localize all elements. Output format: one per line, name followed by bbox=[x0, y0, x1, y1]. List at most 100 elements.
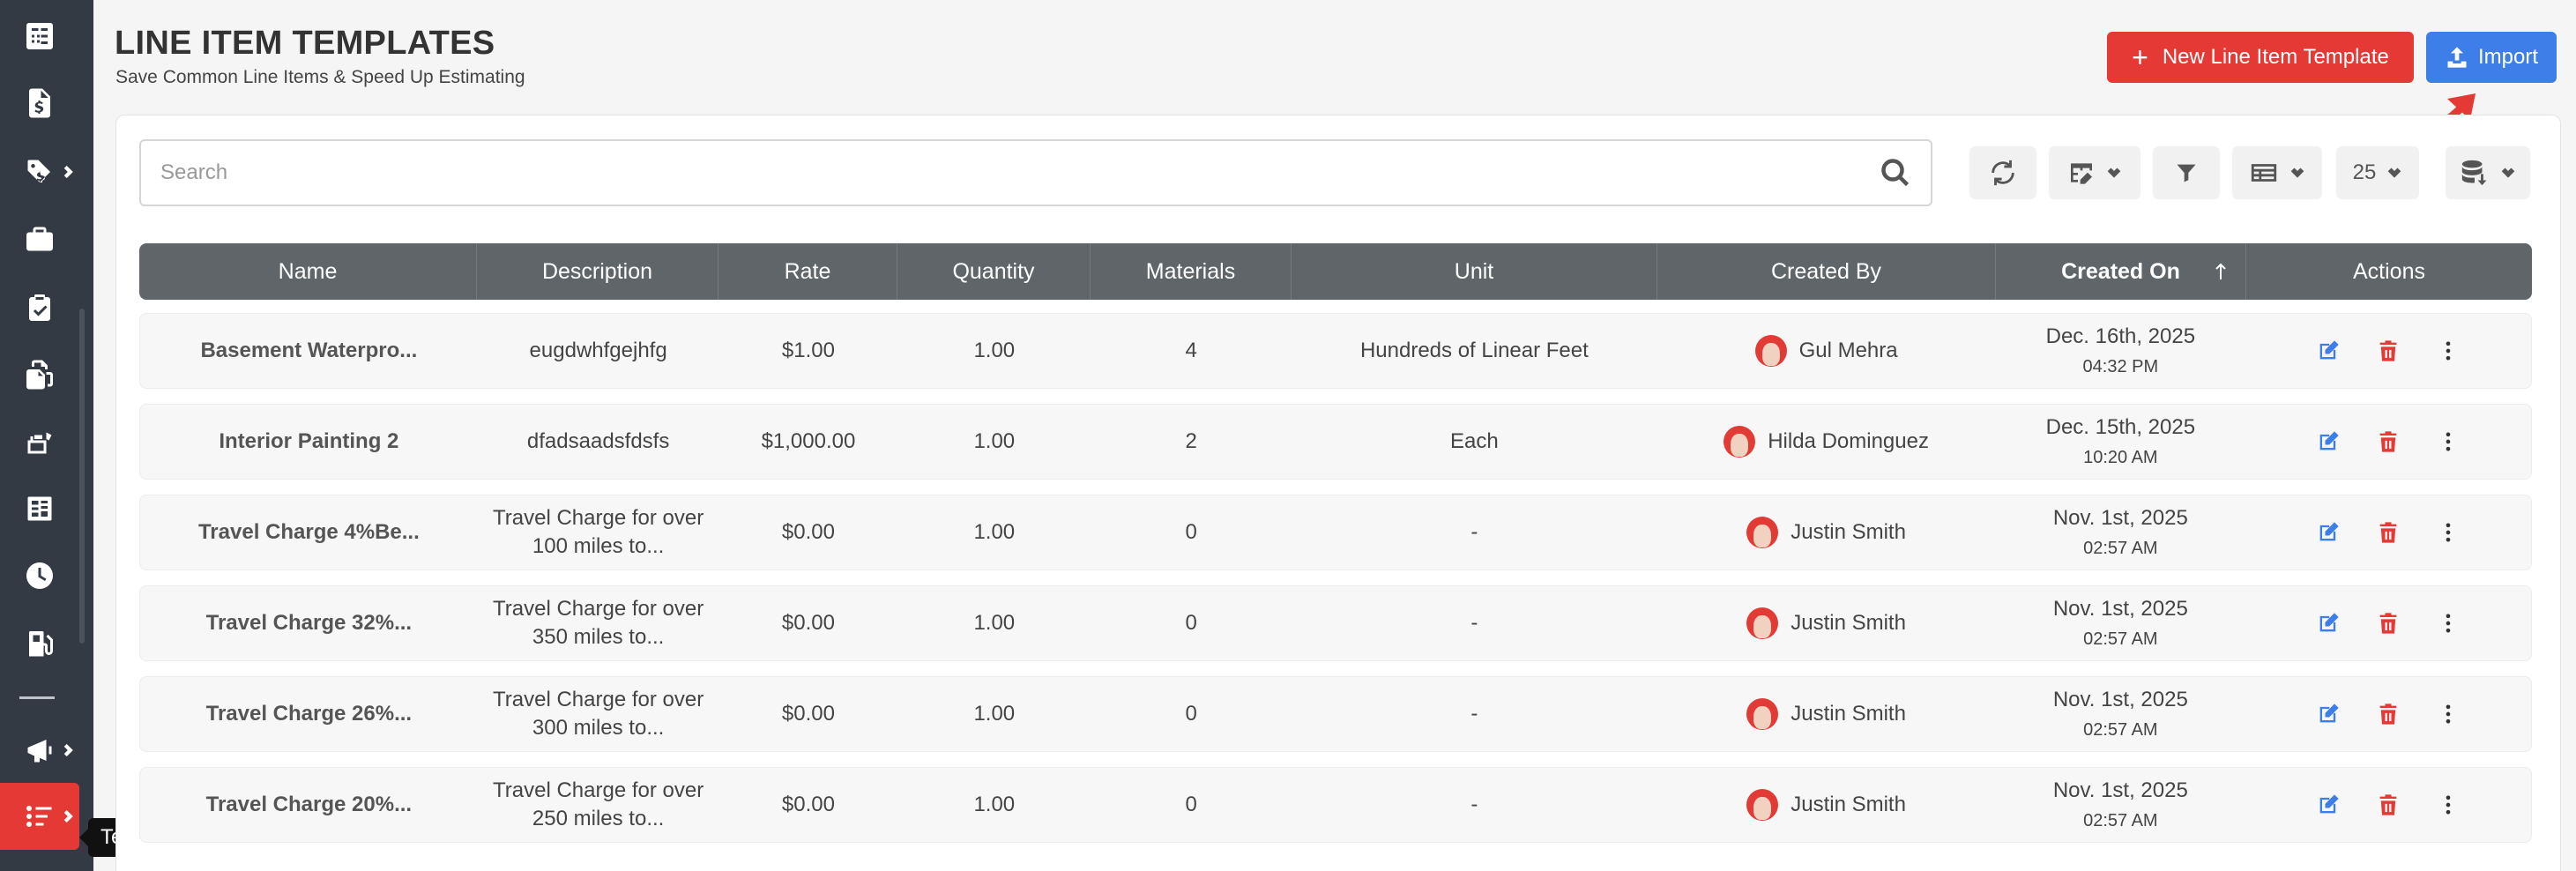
cell-description: eugdwhfgejhfg bbox=[478, 314, 719, 388]
edit-icon[interactable] bbox=[2316, 429, 2341, 454]
more-options-icon[interactable] bbox=[2436, 702, 2461, 726]
name-text: Interior Painting 2 bbox=[219, 428, 399, 453]
tools-icon bbox=[27, 432, 52, 454]
column-header-materials[interactable]: Materials bbox=[1091, 243, 1292, 300]
cell-created-by: Gul Mehra bbox=[1657, 314, 1996, 388]
sidebar-item-products[interactable] bbox=[0, 139, 79, 205]
column-header-rate[interactable]: Rate bbox=[718, 243, 897, 300]
materials-text: 0 bbox=[1185, 792, 1197, 816]
description-text: Travel Charge for over 300 miles to... bbox=[493, 687, 704, 740]
clock-icon bbox=[26, 562, 53, 589]
sidebar-item-templates[interactable] bbox=[0, 783, 79, 850]
name-text: Travel Charge 26%... bbox=[205, 701, 413, 726]
more-options-icon[interactable] bbox=[2436, 793, 2461, 817]
created-date-text: Dec. 15th, 2025 bbox=[2045, 415, 2196, 440]
page-size-value: 25 bbox=[2352, 160, 2377, 184]
avatar bbox=[1746, 698, 1779, 730]
name-text: Travel Charge 20%... bbox=[205, 792, 413, 816]
cell-description: Travel Charge for over 250 miles to... bbox=[478, 768, 719, 842]
created-by-text: Justin Smith bbox=[1791, 519, 1906, 544]
delete-icon[interactable] bbox=[2376, 611, 2401, 636]
column-header-created-on[interactable]: Created On bbox=[1996, 243, 2246, 300]
edit-icon[interactable] bbox=[2316, 793, 2341, 817]
description-text: dfadsaadsfdsfs bbox=[526, 428, 670, 453]
cell-unit: - bbox=[1292, 586, 1657, 660]
sidebar-scrollbar[interactable] bbox=[79, 309, 85, 644]
new-line-item-template-button[interactable]: + New Line Item Template bbox=[2107, 32, 2414, 83]
filter-button[interactable] bbox=[2153, 146, 2220, 199]
page-size-select[interactable]: 25 bbox=[2336, 146, 2419, 199]
data-export-button[interactable] bbox=[2446, 146, 2530, 199]
cell-materials: 0 bbox=[1091, 768, 1292, 842]
briefcase-icon bbox=[26, 227, 53, 251]
table-row[interactable]: Travel Charge 32%... Travel Charge for ov… bbox=[139, 585, 2532, 661]
cell-quantity: 1.00 bbox=[897, 495, 1091, 570]
chevron-right-icon bbox=[62, 165, 74, 179]
column-header-name[interactable]: Name bbox=[139, 243, 477, 300]
cell-name[interactable]: Travel Charge 26%... bbox=[140, 677, 478, 751]
column-header-quantity[interactable]: Quantity bbox=[897, 243, 1091, 300]
rate-text: $1,000.00 bbox=[761, 428, 856, 453]
name-text: Travel Charge 4%Be... bbox=[197, 519, 420, 544]
sidebar-item-reports[interactable] bbox=[0, 476, 79, 541]
edit-icon[interactable] bbox=[2316, 702, 2341, 726]
view-mode-button[interactable] bbox=[2232, 146, 2322, 199]
column-label: Materials bbox=[1145, 258, 1236, 284]
new-button-label: New Line Item Template bbox=[2162, 45, 2389, 69]
table-row[interactable]: Interior Painting 2 dfadsaadsfdsfs $1,000.… bbox=[139, 404, 2532, 480]
search-box[interactable] bbox=[139, 139, 1932, 206]
cell-name[interactable]: Travel Charge 32%... bbox=[140, 586, 478, 660]
created-by-text: Hilda Dominguez bbox=[1768, 428, 1929, 453]
more-options-icon[interactable] bbox=[2436, 520, 2461, 545]
cell-name[interactable]: Travel Charge 4%Be... bbox=[140, 495, 478, 570]
avatar bbox=[1746, 607, 1779, 639]
more-options-icon[interactable] bbox=[2436, 339, 2461, 363]
more-options-icon[interactable] bbox=[2436, 611, 2461, 636]
sidebar-item-estimates[interactable] bbox=[0, 4, 79, 69]
sidebar-item-timesheets[interactable] bbox=[0, 543, 79, 608]
cell-name[interactable]: Interior Painting 2 bbox=[140, 405, 478, 479]
edit-icon[interactable] bbox=[2316, 611, 2341, 636]
table-row[interactable]: Basement Waterpro... eugdwhfgejhfg $1.00 1.… bbox=[139, 313, 2532, 389]
edit-icon[interactable] bbox=[2316, 339, 2341, 363]
column-settings-button[interactable] bbox=[2049, 146, 2140, 199]
table-row[interactable]: Travel Charge 26%... Travel Charge for ov… bbox=[139, 676, 2532, 752]
created-time-text: 04:32 PM bbox=[2082, 356, 2159, 376]
sidebar-item-marketing[interactable] bbox=[0, 718, 79, 783]
table-row[interactable]: Travel Charge 4%Be... Travel Charge for o… bbox=[139, 495, 2532, 570]
sort-ascending-icon[interactable] bbox=[2214, 262, 2228, 281]
sidebar-item-jobs[interactable] bbox=[0, 206, 79, 272]
refresh-button[interactable] bbox=[1969, 146, 2036, 199]
sidebar-item-tools[interactable] bbox=[0, 409, 79, 474]
table-row[interactable]: Travel Charge 20%... Travel Charge for ov… bbox=[139, 767, 2532, 843]
clipboard-check-icon bbox=[29, 294, 50, 321]
column-header-created-by[interactable]: Created By bbox=[1657, 243, 1996, 300]
sidebar-item-fuel[interactable] bbox=[0, 612, 79, 677]
search-icon[interactable] bbox=[1880, 157, 1911, 189]
delete-icon[interactable] bbox=[2376, 520, 2401, 545]
materials-text: 0 bbox=[1185, 610, 1197, 635]
delete-icon[interactable] bbox=[2376, 429, 2401, 454]
sidebar-item-documents[interactable] bbox=[0, 342, 79, 407]
column-header-unit[interactable]: Unit bbox=[1292, 243, 1657, 300]
cell-rate: $0.00 bbox=[719, 495, 898, 570]
megaphone-icon bbox=[27, 740, 52, 763]
sidebar-item-tasks[interactable] bbox=[0, 275, 79, 340]
cell-actions bbox=[2245, 768, 2531, 842]
import-button[interactable]: Import bbox=[2426, 32, 2557, 83]
gas-pump-icon bbox=[29, 631, 53, 657]
delete-icon[interactable] bbox=[2376, 702, 2401, 726]
cell-created-by: Justin Smith bbox=[1657, 495, 1996, 570]
search-input[interactable] bbox=[160, 160, 1880, 185]
more-options-icon[interactable] bbox=[2436, 429, 2461, 454]
cell-name[interactable]: Travel Charge 20%... bbox=[140, 768, 478, 842]
delete-icon[interactable] bbox=[2376, 793, 2401, 817]
sidebar-item-invoices[interactable] bbox=[0, 71, 79, 136]
delete-icon[interactable] bbox=[2376, 339, 2401, 363]
cell-name[interactable]: Basement Waterpro... bbox=[140, 314, 478, 388]
column-label: Actions bbox=[2353, 258, 2425, 284]
cell-description: Travel Charge for over 300 miles to... bbox=[478, 677, 719, 751]
edit-icon[interactable] bbox=[2316, 520, 2341, 545]
description-text: Travel Charge for over 250 miles to... bbox=[493, 778, 704, 830]
column-header-description[interactable]: Description bbox=[477, 243, 718, 300]
